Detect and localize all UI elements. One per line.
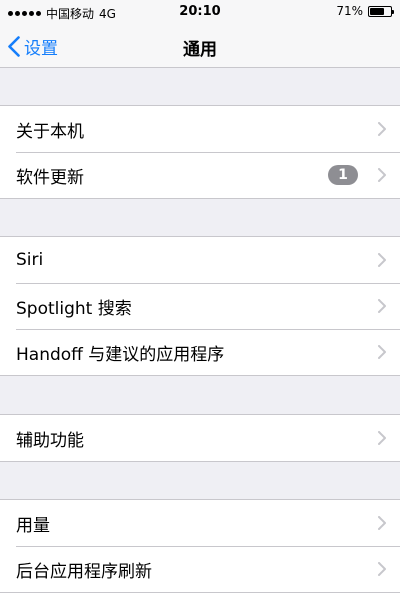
row-software-update[interactable]: 软件更新 1 — [0, 152, 400, 198]
settings-group-siri: Siri Spotlight 搜索 Handoff 与建议的应用程序 — [0, 236, 400, 376]
battery-fill — [370, 7, 385, 15]
row-label: Spotlight 搜索 — [16, 298, 132, 319]
chevron-right-icon — [378, 431, 386, 445]
page-title: 通用 — [183, 40, 217, 60]
settings-group-usage: 用量 后台应用程序刷新 — [0, 499, 400, 593]
settings-group-about: 关于本机 软件更新 1 — [0, 105, 400, 199]
chevron-right-icon — [378, 345, 386, 359]
row-accessibility[interactable]: 辅助功能 — [0, 415, 400, 461]
row-spotlight-search[interactable]: Spotlight 搜索 — [0, 283, 400, 329]
chevron-right-icon — [378, 299, 386, 313]
row-label: 用量 — [16, 515, 50, 536]
row-siri[interactable]: Siri — [0, 237, 400, 283]
chevron-right-icon — [378, 122, 386, 136]
navigation-bar: 设置 通用 — [0, 24, 400, 68]
row-background-app-refresh[interactable]: 后台应用程序刷新 — [0, 546, 400, 592]
row-label: Siri — [16, 250, 44, 270]
row-about[interactable]: 关于本机 — [0, 106, 400, 152]
status-bar: 中国移动 4G 20:10 71% — [0, 0, 400, 24]
row-usage[interactable]: 用量 — [0, 500, 400, 546]
battery-icon — [368, 5, 394, 17]
row-label: 辅助功能 — [16, 430, 84, 451]
row-handoff[interactable]: Handoff 与建议的应用程序 — [0, 329, 400, 375]
settings-group-accessibility: 辅助功能 — [0, 414, 400, 462]
chevron-right-icon — [378, 516, 386, 530]
row-label: Handoff 与建议的应用程序 — [16, 344, 225, 365]
row-label: 后台应用程序刷新 — [16, 561, 152, 582]
row-label: 关于本机 — [16, 121, 84, 142]
chevron-right-icon — [378, 562, 386, 576]
chevron-right-icon — [378, 168, 386, 182]
update-count-badge: 1 — [328, 165, 358, 185]
status-right: 71% — [336, 4, 394, 18]
battery-percent: 71% — [336, 4, 363, 18]
chevron-right-icon — [378, 253, 386, 267]
